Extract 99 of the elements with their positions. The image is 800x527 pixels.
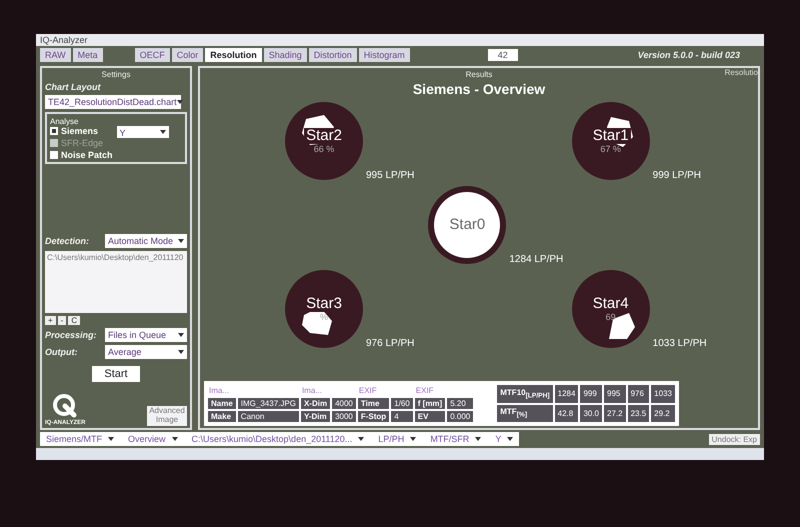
table-cell: 42.8 [554, 404, 578, 422]
table-cell: F-Stop [358, 411, 390, 422]
tab[interactable]: Resolution [205, 48, 262, 62]
tab[interactable]: Meta [72, 48, 103, 62]
tab[interactable]: OECF [134, 48, 170, 62]
star-label: Star1 [590, 128, 631, 144]
field-label: Detection: [45, 236, 90, 246]
start-button[interactable]: Start [92, 366, 140, 382]
undock-button[interactable]: Undock: Exp [708, 434, 760, 444]
table-cell: EV [414, 411, 446, 422]
chart-layout-dropdown[interactable]: TE42_ResolutionDistDead.chart [45, 95, 181, 109]
field-label: Processing: [45, 330, 97, 340]
star-reading: 999 LP/PH [652, 170, 702, 181]
field-label: Chart Layout [45, 82, 102, 92]
dropdown-arrow-icon [178, 350, 184, 354]
star-label: Star2 [304, 128, 344, 144]
table-cell: IMG_3437.JPG [238, 398, 299, 409]
dropdown-arrow-icon [176, 100, 183, 104]
dropdown-arrow-icon [160, 130, 166, 134]
table-cell: 4000 [332, 398, 356, 409]
results-heading: Siemens - Overview [412, 81, 546, 97]
selector-dropdown[interactable]: Overview [128, 434, 178, 444]
channel-dropdown[interactable]: Y [116, 126, 169, 138]
star-reading: 976 LP/PH [366, 338, 414, 349]
table-cell: Make [208, 411, 236, 422]
column-header: Ima... [300, 385, 323, 396]
table-cell: 0.000 [447, 411, 474, 422]
version-label: Version 5.0.0 - build 023 [638, 50, 741, 60]
star-percent: % [320, 312, 328, 322]
tab[interactable]: Shading [264, 48, 307, 62]
checkbox-label: SFR-Edge [61, 138, 104, 148]
checkbox[interactable] [50, 127, 58, 135]
star-reading: 995 LP/PH [366, 170, 414, 181]
star-reading: 1284 LP/PH [509, 254, 564, 265]
table-cell: 3000 [332, 411, 356, 422]
file-list-button[interactable]: - [58, 316, 66, 325]
dropdown-arrow-icon [358, 437, 364, 441]
selector-dropdown[interactable]: LP/PH [378, 434, 416, 444]
table-cell: 1033 [651, 385, 675, 402]
field-label: Output: [45, 347, 78, 357]
tab[interactable]: Distortion [308, 48, 357, 62]
tab[interactable]: RAW [40, 48, 71, 62]
advanced-image-button[interactable]: Advanced Image [147, 406, 187, 426]
table-cell: Time [358, 398, 390, 409]
selector-dropdown[interactable]: MTF/SFR [430, 434, 482, 444]
tab[interactable]: Color [172, 48, 204, 62]
table-cell: 27.2 [604, 404, 626, 422]
table-cell: Name [208, 398, 236, 409]
file-list-item[interactable]: C:\Users\kumio\Desktop\den_2011120 [47, 253, 185, 262]
window-title: IQ-Analyzer [40, 35, 88, 45]
table-cell: 995 [604, 385, 626, 402]
dropdown-arrow-icon [178, 239, 184, 243]
table-cell: 23.5 [628, 404, 650, 422]
column-header: EXIF [358, 385, 378, 396]
group-title: Analyse [50, 117, 78, 126]
table-cell: MTF$_{[%]}$ [497, 404, 553, 422]
star-label: Star3 [304, 296, 344, 312]
table-cell: Canon [238, 411, 299, 422]
tab[interactable]: Histogram [358, 48, 410, 62]
table-cell: 30.0 [580, 404, 602, 422]
dropdown-arrow-icon [410, 437, 416, 441]
side-tab[interactable]: Resolutio [724, 68, 758, 77]
dropdown-arrow-icon [172, 437, 178, 441]
checkbox[interactable] [50, 151, 58, 159]
star-percent: 69 [606, 312, 616, 322]
dropdown-arrow-icon [507, 437, 514, 441]
table-cell: 5.20 [447, 398, 474, 409]
table-cell: X-Dim [300, 398, 330, 409]
file-list-button[interactable]: C [68, 316, 80, 325]
column-header: Ima... [208, 385, 230, 396]
selector-dropdown[interactable]: Y [495, 434, 514, 444]
selector-dropdown[interactable]: C:\Users\kumio\Desktop\den_2011120... [192, 434, 364, 444]
star-percent: 66 % [314, 144, 334, 154]
detection-dropdown[interactable]: Automatic Mode [105, 234, 187, 248]
dropdown-arrow-icon [475, 437, 482, 441]
selector-dropdown[interactable]: Siemens/MTF [46, 434, 114, 444]
image-number-field[interactable]: 42 [488, 49, 518, 61]
table-cell: MTF10$_{[LP/PH]}$ [497, 385, 553, 402]
table-cell: f [mm] [414, 398, 446, 409]
table-cell: 4 [391, 411, 413, 422]
file-list-button[interactable]: + [45, 316, 56, 325]
dropdown-arrow-icon [108, 437, 114, 441]
star-reading: 1033 LP/PH [652, 338, 707, 349]
output-dropdown[interactable]: Average [105, 345, 187, 359]
processing-dropdown[interactable]: Files in Queue [105, 328, 187, 342]
table-cell: 976 [628, 385, 650, 402]
table-cell: Y-Dim [300, 411, 330, 422]
table-cell: 29.2 [651, 404, 675, 422]
table-cell: 999 [580, 385, 602, 402]
dropdown-arrow-icon [178, 333, 184, 337]
checkbox-label: Siemens [61, 126, 98, 136]
group-title: Results [466, 70, 492, 79]
checkbox-label: Noise Patch [61, 150, 113, 160]
table-cell: 1284 [554, 385, 578, 402]
column-header: EXIF [414, 385, 435, 396]
star-percent: 67 % [600, 144, 621, 154]
table-cell: 1/60 [391, 398, 413, 409]
logo-icon [52, 393, 78, 419]
group-title: Settings [102, 70, 130, 79]
